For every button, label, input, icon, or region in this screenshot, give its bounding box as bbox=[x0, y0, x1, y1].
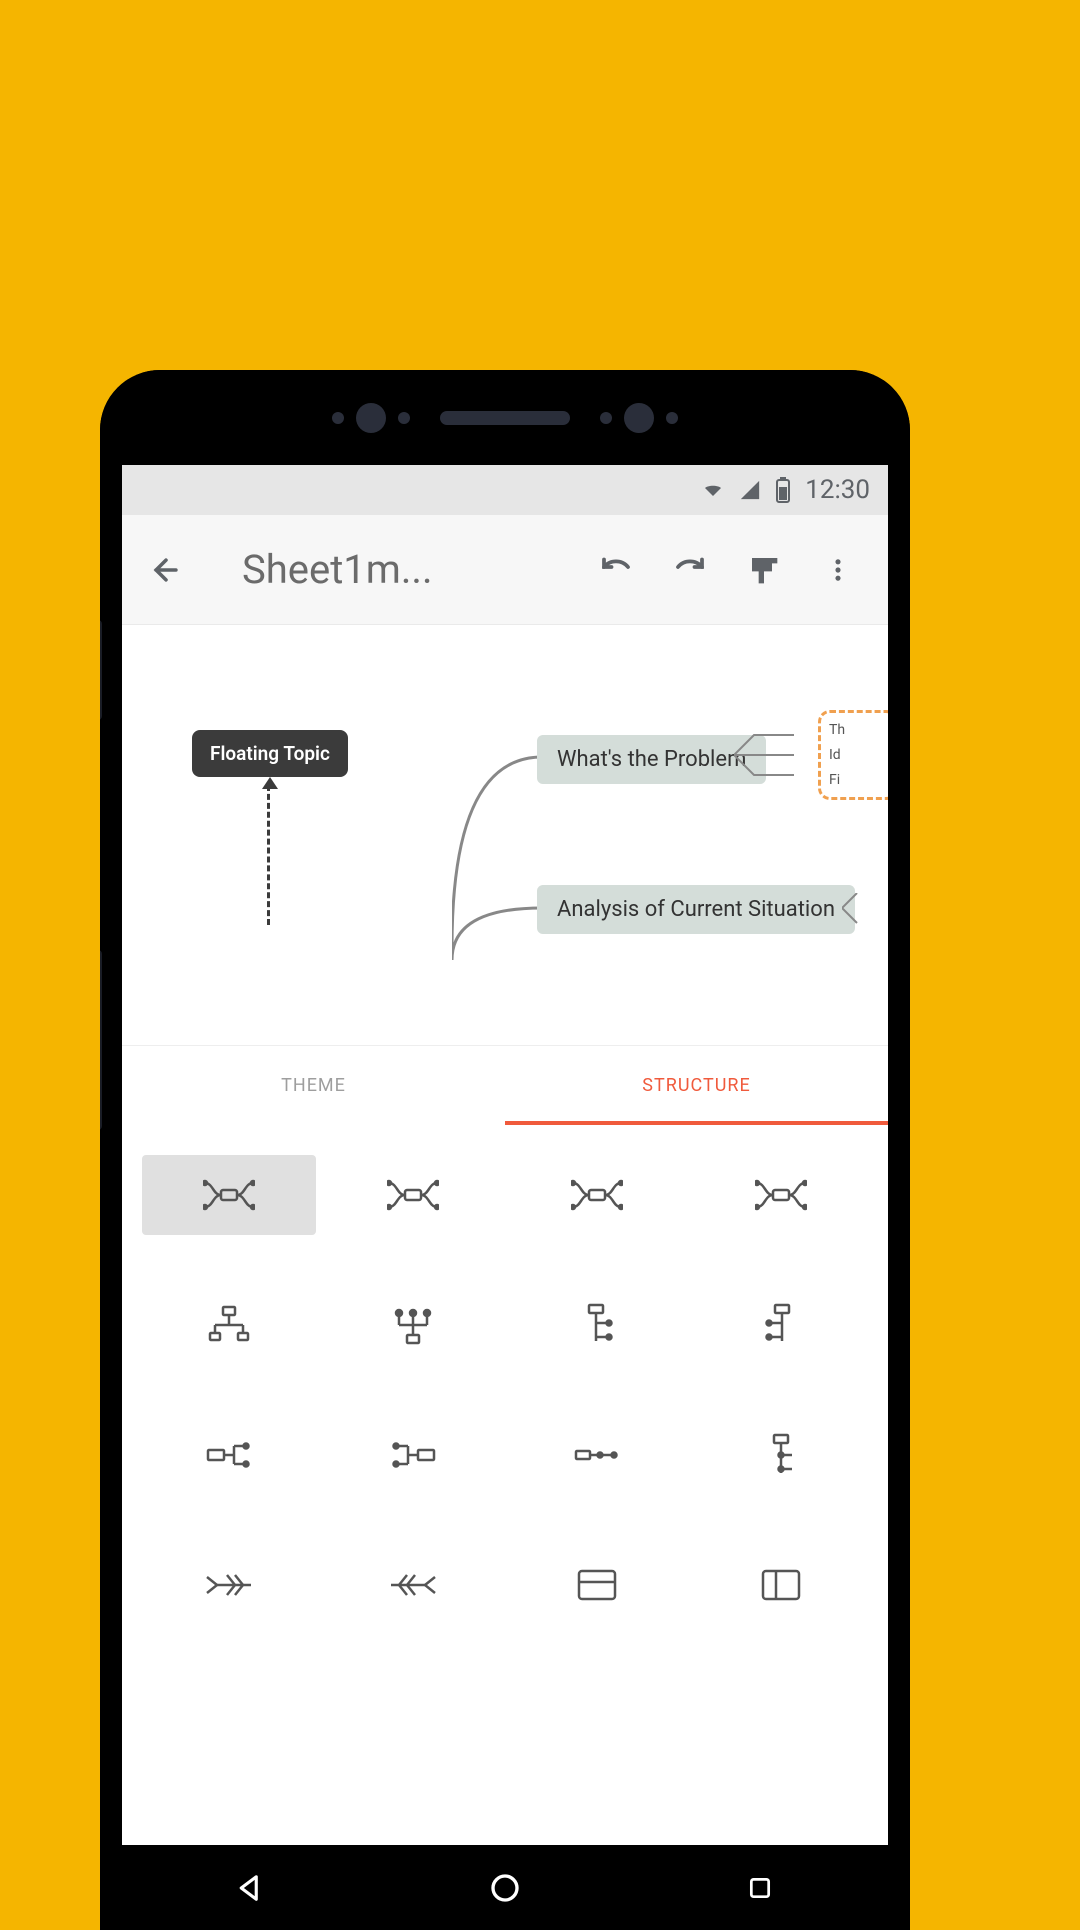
structure-tree-right[interactable] bbox=[510, 1285, 684, 1365]
android-nav-bar bbox=[122, 1845, 888, 1930]
structure-mindmap-right[interactable] bbox=[510, 1155, 684, 1235]
back-button[interactable] bbox=[146, 550, 186, 590]
nav-home-button[interactable] bbox=[485, 1868, 525, 1908]
redo-button[interactable] bbox=[664, 544, 716, 596]
app-bar: Sheet1m... bbox=[122, 515, 888, 625]
subbranch-connector bbox=[734, 725, 814, 795]
power-button bbox=[100, 950, 102, 1130]
topic-node[interactable]: Analysis of Current Situation bbox=[537, 885, 855, 934]
nav-recent-button[interactable] bbox=[740, 1868, 780, 1908]
structure-tree-left[interactable] bbox=[694, 1285, 868, 1365]
subtopic-label: Th bbox=[829, 722, 887, 738]
structure-timeline-down[interactable] bbox=[694, 1415, 868, 1495]
structure-fishbone-right[interactable] bbox=[326, 1545, 500, 1625]
undo-button[interactable] bbox=[590, 544, 642, 596]
status-time: 12:30 bbox=[805, 475, 870, 505]
tab-theme[interactable]: THEME bbox=[122, 1046, 505, 1125]
tab-structure[interactable]: STRUCTURE bbox=[505, 1046, 888, 1125]
structure-mindmap-left[interactable] bbox=[694, 1155, 868, 1235]
structure-orgchart-down[interactable] bbox=[142, 1285, 316, 1365]
panel-tabs: THEME STRUCTURE bbox=[122, 1045, 888, 1125]
floating-topic-node[interactable]: Floating Topic bbox=[192, 730, 348, 777]
floating-topic-arrow bbox=[267, 785, 270, 925]
boundary-group[interactable]: Th Id Fi bbox=[818, 710, 888, 800]
structure-logic-left[interactable] bbox=[326, 1415, 500, 1495]
structure-fishbone-left[interactable] bbox=[142, 1545, 316, 1625]
structure-timeline-right[interactable] bbox=[510, 1415, 684, 1495]
status-bar: 12:30 bbox=[122, 465, 888, 515]
structure-mindmap-balanced[interactable] bbox=[142, 1155, 316, 1235]
topic-node[interactable]: What's the Problem bbox=[537, 735, 766, 784]
phone-frame: 12:30 Sheet1m... Floating Topic bbox=[100, 370, 910, 1930]
volume-button bbox=[100, 620, 102, 720]
structure-mindmap-clockwise[interactable] bbox=[326, 1155, 500, 1235]
cell-signal-icon bbox=[739, 479, 761, 501]
battery-icon bbox=[775, 477, 791, 503]
structure-orgchart-up[interactable] bbox=[326, 1285, 500, 1365]
document-title[interactable]: Sheet1m... bbox=[208, 546, 568, 593]
branch-connector bbox=[452, 900, 542, 960]
more-button[interactable] bbox=[812, 544, 864, 596]
structure-spreadsheet[interactable] bbox=[510, 1545, 684, 1625]
structure-matrix-columns[interactable] bbox=[694, 1545, 868, 1625]
subtopic-label: Id bbox=[829, 747, 887, 763]
wifi-icon bbox=[701, 478, 725, 502]
structure-logic-right[interactable] bbox=[142, 1415, 316, 1495]
screen: 12:30 Sheet1m... Floating Topic bbox=[122, 465, 888, 1930]
mindmap-canvas[interactable]: Floating Topic What's the Problem Analys… bbox=[122, 625, 888, 1045]
subtopic-label: Fi bbox=[829, 772, 887, 788]
phone-notch bbox=[100, 370, 910, 465]
nav-back-button[interactable] bbox=[230, 1868, 270, 1908]
structure-grid bbox=[122, 1125, 888, 1655]
subbranch-connector bbox=[842, 893, 882, 933]
format-button[interactable] bbox=[738, 544, 790, 596]
